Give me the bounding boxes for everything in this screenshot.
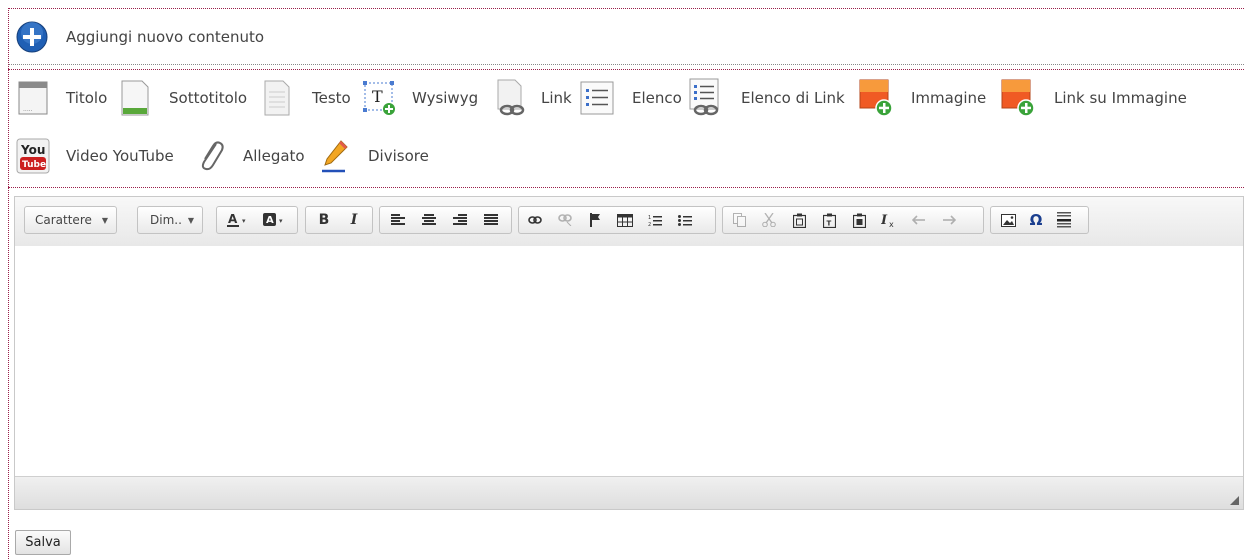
svg-text:Tube: Tube (22, 160, 46, 170)
svg-text:▾: ▾ (242, 217, 246, 225)
content-type-titolo[interactable]: ..... Titolo (13, 78, 107, 118)
horizontal-rule-icon[interactable] (1052, 208, 1076, 232)
size-combo[interactable]: Dim.. ▼ (137, 206, 204, 234)
undo-icon[interactable] (907, 208, 931, 232)
align-justify-icon[interactable] (479, 208, 503, 232)
title-block-icon: ..... (13, 78, 53, 118)
pencil-icon (314, 136, 354, 176)
list-icon (577, 78, 617, 118)
svg-text:T: T (826, 219, 831, 227)
bulleted-list-icon[interactable] (673, 208, 697, 232)
cut-icon[interactable] (757, 208, 781, 232)
content-type-allegato[interactable]: Allegato (191, 136, 305, 176)
paperclip-icon (191, 136, 231, 176)
italic-button[interactable]: I (342, 208, 366, 232)
align-right-icon[interactable] (448, 208, 472, 232)
svg-text:T: T (372, 87, 383, 106)
background-color-button[interactable]: A ▾ (257, 208, 293, 232)
special-char-button[interactable]: Ω (1024, 208, 1048, 232)
svg-text:.....: ..... (23, 106, 33, 113)
table-icon[interactable] (613, 208, 637, 232)
redo-icon[interactable] (937, 208, 961, 232)
svg-text:1: 1 (648, 215, 651, 221)
svg-text:A: A (266, 215, 274, 226)
svg-text:You: You (20, 143, 45, 157)
insert-group: 12 (518, 206, 716, 234)
add-circle-icon[interactable] (16, 21, 48, 53)
add-content-title: Aggiungi nuovo contenuto (66, 28, 265, 46)
image-icon[interactable] (996, 208, 1020, 232)
link-document-icon (491, 78, 531, 118)
add-content-header: Aggiungi nuovo contenuto (9, 10, 1244, 65)
copy-icon[interactable] (727, 208, 751, 232)
content-type-link-su-immagine[interactable]: Link su Immagine (999, 78, 1187, 118)
content-type-wysiwyg[interactable]: T Wysiwyg (360, 78, 478, 118)
wysiwyg-text-icon: T (360, 78, 400, 118)
save-button[interactable]: Salva (15, 530, 71, 555)
font-combo[interactable]: Carattere ▼ (24, 206, 118, 234)
chevron-down-icon: ▼ (187, 215, 195, 225)
wysiwyg-editor: Carattere ▼ Dim.. ▼ A ▾ A ▾ B I 1 2 T I … (14, 196, 1244, 510)
paste-word-icon[interactable] (847, 208, 871, 232)
text-color-button[interactable]: A ▾ (221, 208, 257, 232)
svg-text:I: I (881, 213, 888, 228)
align-left-icon[interactable] (386, 208, 410, 232)
basic-styles-group: B I (305, 206, 373, 234)
paste-icon[interactable] (787, 208, 811, 232)
align-group (379, 206, 512, 234)
svg-text:A: A (228, 212, 238, 226)
numbered-list-icon[interactable]: 12 (643, 208, 667, 232)
editor-status-bar (15, 476, 1243, 509)
content-type-elenco[interactable]: Elenco (577, 78, 682, 118)
content-type-elenco-di-link[interactable]: Elenco di Link (685, 78, 845, 118)
editor-toolbar: Carattere ▼ Dim.. ▼ A ▾ A ▾ B I 1 2 T I … (15, 197, 1243, 247)
editor-content-area[interactable] (15, 246, 1243, 478)
chevron-down-icon: ▼ (101, 215, 109, 225)
youtube-icon: You Tube (13, 136, 53, 176)
subtitle-document-icon (115, 78, 155, 118)
bold-button[interactable]: B (312, 208, 336, 232)
clipboard-group: T Ix (722, 206, 984, 234)
divider (8, 187, 1244, 188)
content-type-divisore[interactable]: Divisore (314, 136, 429, 176)
image-add-icon (857, 78, 897, 118)
content-type-sottotitolo[interactable]: Sottotitolo (115, 78, 247, 118)
link-icon[interactable] (523, 208, 547, 232)
image-link-add-icon (999, 78, 1039, 118)
misc-group: Ω (990, 206, 1089, 234)
link-list-icon (685, 78, 725, 118)
content-type-immagine[interactable]: Immagine (857, 78, 986, 118)
svg-text:x: x (889, 220, 894, 228)
resize-handle-icon[interactable] (1230, 496, 1239, 505)
anchor-flag-icon[interactable] (583, 208, 607, 232)
color-group: A ▾ A ▾ (216, 206, 298, 234)
top-border (8, 8, 1244, 9)
content-type-link[interactable]: Link (491, 78, 572, 118)
svg-text:▾: ▾ (279, 217, 283, 225)
paste-text-icon[interactable]: T (817, 208, 841, 232)
unlink-icon[interactable] (553, 208, 577, 232)
remove-format-icon[interactable]: Ix (877, 208, 901, 232)
align-center-icon[interactable] (417, 208, 441, 232)
content-type-palette: ..... Titolo Sottotitolo Testo T Wysiwyg… (9, 70, 1244, 186)
text-document-icon (257, 78, 297, 118)
content-type-video-youtube[interactable]: You Tube Video YouTube (13, 136, 174, 176)
svg-text:2: 2 (648, 222, 651, 227)
content-type-testo[interactable]: Testo (257, 78, 351, 118)
